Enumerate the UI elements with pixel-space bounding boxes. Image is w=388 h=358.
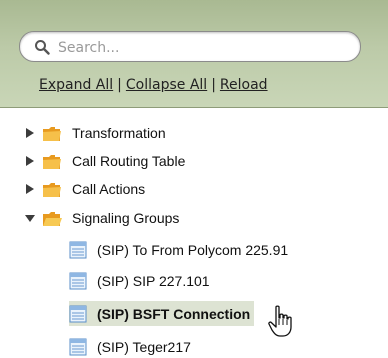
tree-item-label: Transformation: [72, 125, 166, 141]
folder-open-icon: [43, 211, 62, 226]
table-document-icon: [69, 241, 87, 259]
table-document-icon: [69, 305, 87, 322]
separator: |: [211, 77, 216, 93]
search-icon: [35, 40, 50, 55]
tree-item-label: Call Actions: [72, 181, 146, 197]
tree-item-label: (SIP) BSFT Connection: [97, 305, 251, 322]
tree-item-sip-bsft-connection[interactable]: (SIP) BSFT Connection: [69, 301, 255, 326]
header-panel: Expand All|Collapse All|Reload: [0, 0, 388, 108]
expand-all-link[interactable]: Expand All: [39, 77, 113, 93]
folder-icon: [43, 182, 61, 197]
tree-item-label: (SIP) SIP 227.101: [97, 273, 210, 289]
tree-item-label: (SIP) To From Polycom 225.91: [97, 242, 289, 258]
tree-actions: Expand All | Collapse All | Reload: [39, 77, 268, 93]
collapse-all-link[interactable]: Collapse All: [126, 77, 207, 93]
tree-item-call-routing-table[interactable]: Call Routing Table: [24, 150, 185, 172]
separator: |: [117, 77, 122, 93]
table-document-icon: [69, 338, 87, 356]
collapse-arrow-icon[interactable]: [24, 212, 36, 224]
search-input[interactable]: [56, 36, 350, 60]
tree-item-sip-227[interactable]: (SIP) SIP 227.101: [69, 270, 210, 292]
expand-arrow-icon[interactable]: [24, 183, 36, 195]
tree-item-label: Signaling Groups: [72, 210, 180, 226]
expand-arrow-icon[interactable]: [24, 155, 36, 167]
expand-arrow-icon[interactable]: [24, 127, 36, 139]
search-box[interactable]: [19, 31, 361, 62]
tree-item-label: Call Routing Table: [72, 153, 186, 169]
reload-link[interactable]: Reload: [220, 77, 268, 93]
hand-cursor-icon: [268, 305, 292, 337]
tree-item-signaling-groups[interactable]: Signaling Groups: [24, 207, 179, 229]
navigation-tree: Transformation Call Routing Table Call A…: [0, 108, 388, 356]
tree-item-label: (SIP) Teger217: [97, 339, 191, 355]
tree-item-sip-polycom[interactable]: (SIP) To From Polycom 225.91: [69, 239, 288, 261]
table-document-icon: [69, 272, 87, 290]
folder-icon: [43, 154, 61, 169]
tree-item-transformation[interactable]: Transformation: [24, 122, 166, 144]
folder-icon: [43, 126, 61, 141]
tree-item-call-actions[interactable]: Call Actions: [24, 178, 145, 200]
tree-item-sip-teger217[interactable]: (SIP) Teger217: [69, 336, 191, 358]
